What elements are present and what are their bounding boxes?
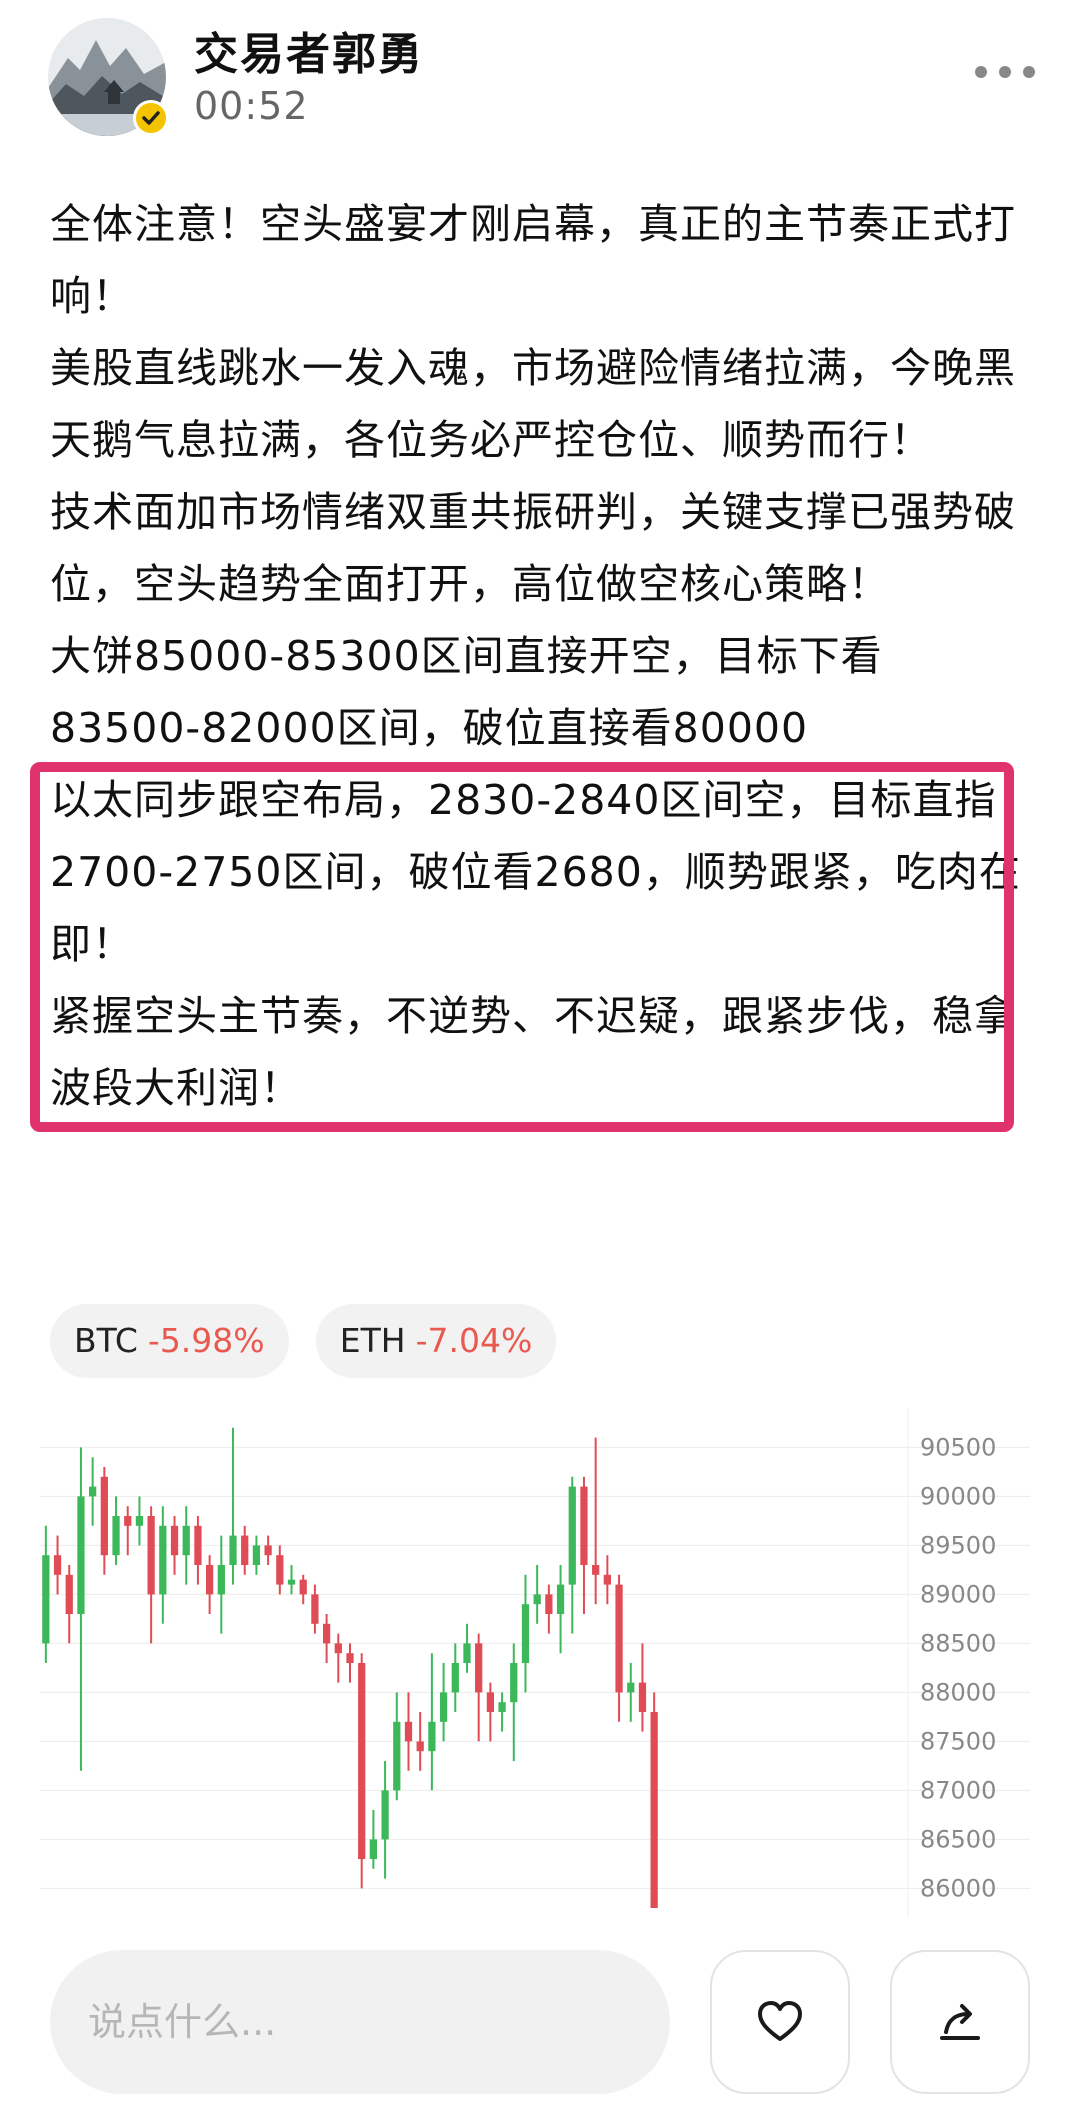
ticker-chip-btc[interactable]: BTC -5.98% xyxy=(50,1304,289,1378)
post-paragraph: 全体注意！空头盛宴才刚启幕，真正的主节奏正式打响！ xyxy=(50,200,1016,320)
y-tick-label: 89500 xyxy=(920,1531,996,1559)
candle-up xyxy=(89,1486,97,1497)
candle-up xyxy=(627,1682,635,1693)
candle-down xyxy=(299,1579,307,1595)
candle-up xyxy=(287,1579,296,1585)
candle-down xyxy=(147,1516,155,1595)
y-tick-label: 87000 xyxy=(920,1776,996,1804)
y-tick-label: 88500 xyxy=(920,1629,996,1657)
candle-down xyxy=(358,1663,366,1859)
candle-down xyxy=(592,1565,600,1575)
ticker-symbol: ETH xyxy=(339,1321,406,1360)
candle-up xyxy=(77,1496,85,1614)
candle-down xyxy=(276,1555,284,1585)
comment-input[interactable] xyxy=(50,1950,670,2094)
candle-down xyxy=(486,1692,495,1712)
post-paragraph-btc-plan: 大饼85000-85300区间直接开空，目标下看83500-82000区间，破位… xyxy=(50,632,883,752)
candle-down xyxy=(241,1535,249,1565)
candle-up xyxy=(451,1663,459,1693)
candle-up xyxy=(533,1594,541,1605)
candle-down xyxy=(404,1721,413,1742)
candle-up xyxy=(568,1486,576,1585)
y-tick-label: 86000 xyxy=(920,1874,996,1902)
candle-up xyxy=(381,1790,389,1840)
candle-up xyxy=(42,1555,50,1644)
ticker-list: BTC -5.98% ETH -7.04% xyxy=(50,1304,578,1378)
candle-up xyxy=(252,1545,261,1565)
candle-down xyxy=(322,1623,331,1644)
candle-up xyxy=(428,1721,436,1752)
bottom-action-bar xyxy=(0,1940,1080,2111)
candle-up xyxy=(439,1692,448,1722)
candle-down xyxy=(100,1476,108,1556)
ticker-change: -5.98% xyxy=(147,1321,265,1360)
candlestick-chart-svg: 90500 90000 89500 89000 88500 88000 87500 87000… xyxy=(40,1408,1030,1918)
share-button[interactable] xyxy=(890,1950,1030,2094)
candle-up xyxy=(217,1565,225,1595)
candle-up xyxy=(393,1721,401,1791)
candle-down xyxy=(311,1594,319,1624)
candle-down xyxy=(475,1643,483,1693)
candle-up xyxy=(498,1702,506,1712)
candle-down xyxy=(65,1574,73,1614)
post-header: 交易者郭勇 00:52 xyxy=(0,0,1080,150)
candle-down xyxy=(346,1653,354,1663)
candle-down xyxy=(205,1565,214,1595)
ticker-chip-eth[interactable]: ETH -7.04% xyxy=(315,1304,557,1378)
candle-down xyxy=(638,1682,647,1712)
candle-down xyxy=(603,1574,611,1585)
candle-down xyxy=(416,1741,424,1752)
y-tick-label: 87500 xyxy=(920,1727,996,1755)
y-tick-label: 88000 xyxy=(920,1678,996,1706)
candle-up xyxy=(510,1663,518,1703)
candle-down xyxy=(264,1545,272,1556)
candle-down xyxy=(194,1525,202,1565)
candle-up xyxy=(182,1525,190,1556)
y-tick-label: 90000 xyxy=(920,1482,996,1510)
post-time: 00:52 xyxy=(194,84,309,128)
price-chart[interactable]: 90500 90000 89500 89000 88500 88000 87500 87000… xyxy=(40,1408,1040,1928)
candle-down xyxy=(124,1516,132,1526)
candle-down xyxy=(334,1643,342,1654)
candle-down xyxy=(580,1486,588,1565)
candle-down xyxy=(615,1584,623,1693)
like-button[interactable] xyxy=(710,1950,850,2094)
share-icon xyxy=(940,2004,980,2040)
verified-badge-icon xyxy=(133,100,169,136)
candle-up xyxy=(159,1525,167,1595)
candle-up xyxy=(556,1584,565,1614)
candle-up xyxy=(521,1604,530,1663)
author-name[interactable]: 交易者郭勇 xyxy=(194,18,424,82)
y-tick-label: 86500 xyxy=(920,1825,996,1853)
candle-up xyxy=(135,1516,144,1526)
y-tick-label: 90500 xyxy=(920,1433,996,1461)
candle-up xyxy=(229,1535,237,1565)
highlight-box xyxy=(30,762,1014,1132)
more-options-icon[interactable] xyxy=(970,52,1040,92)
y-tick-label: 89000 xyxy=(920,1580,996,1608)
candle-down xyxy=(53,1555,62,1575)
candle-up xyxy=(463,1643,471,1663)
ticker-change: -7.04% xyxy=(415,1321,533,1360)
candle-up xyxy=(369,1839,378,1859)
candle-down xyxy=(170,1525,179,1556)
candle-down xyxy=(545,1594,553,1614)
post-paragraph: 美股直线跳水一发入魂，市场避险情绪拉满，今晚黑天鹅气息拉满，各位务必严控仓位、顺… xyxy=(50,344,1016,464)
ticker-symbol: BTC xyxy=(74,1321,138,1360)
post-paragraph: 技术面加市场情绪双重共振研判，关键支撑已强势破位，空头趋势全面打开，高位做空核心… xyxy=(50,488,1016,608)
heart-icon xyxy=(758,2001,802,2041)
candle-down xyxy=(650,1712,658,1908)
candle-up xyxy=(112,1516,120,1556)
